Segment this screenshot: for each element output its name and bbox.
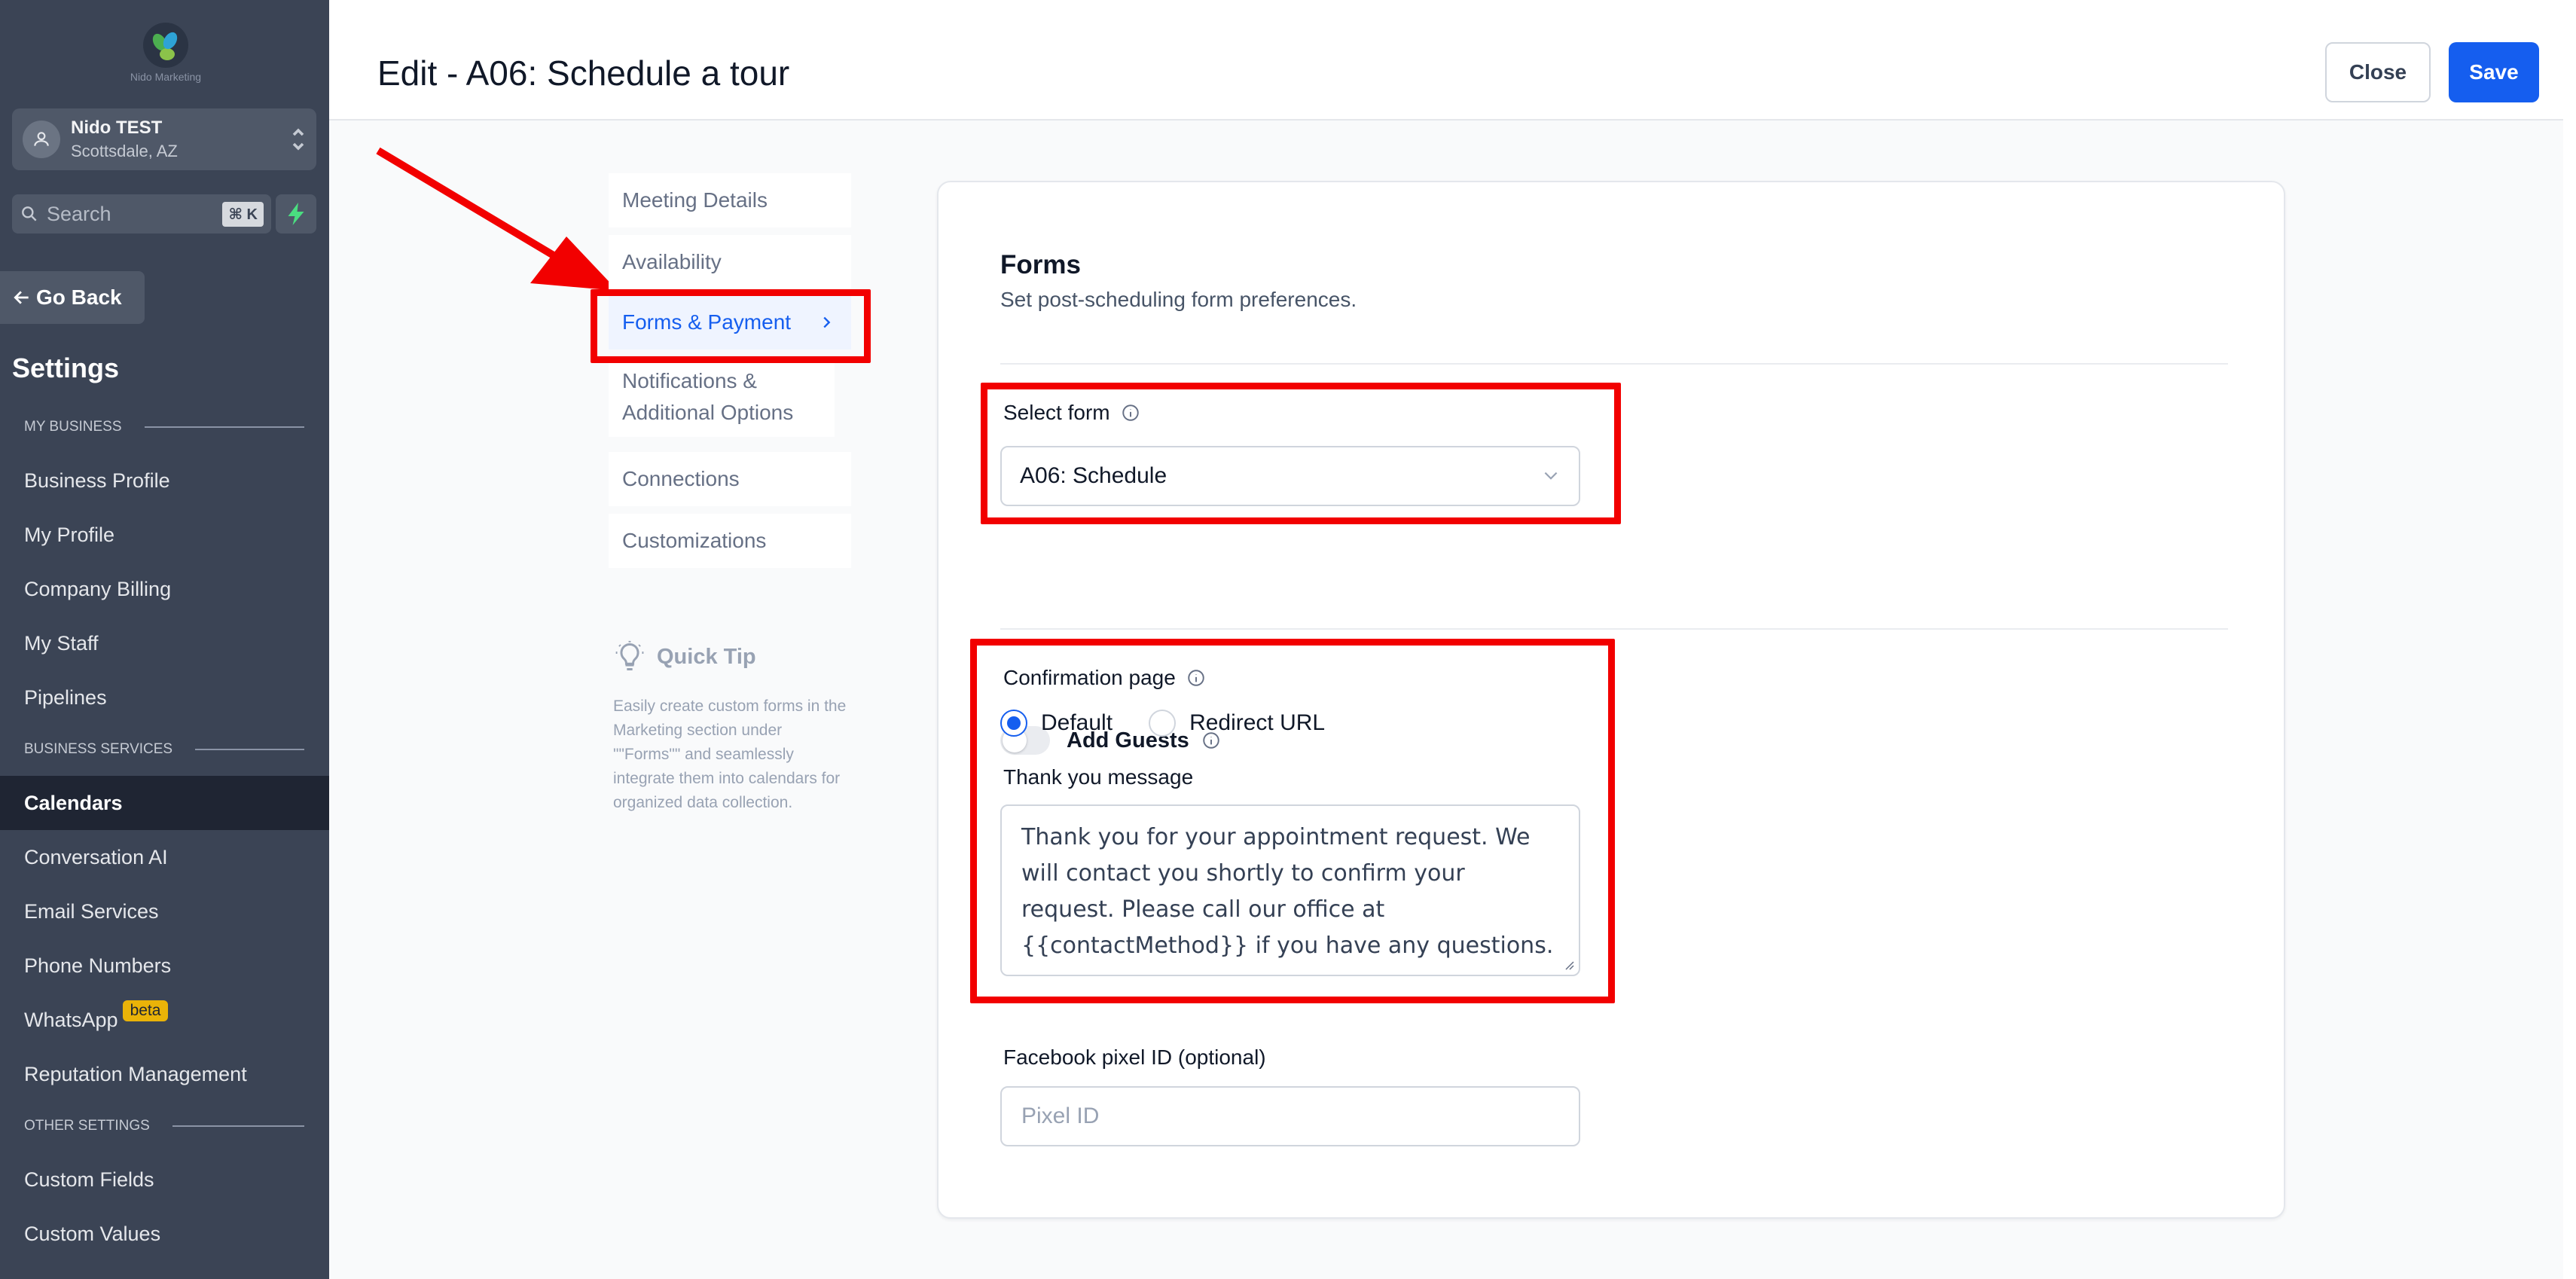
sidebar-item-email-services[interactable]: Email Services <box>0 884 329 939</box>
scrollbar[interactable] <box>2563 0 2576 1279</box>
search-placeholder: Search <box>47 202 111 225</box>
sidebar-item-my-staff[interactable]: My Staff <box>0 616 329 670</box>
page-title: Edit - A06: Schedule a tour <box>377 53 790 93</box>
subnav-customizations[interactable]: Customizations <box>609 514 851 568</box>
arrow-left-icon <box>14 291 29 304</box>
location-name: Nido TEST <box>71 118 163 138</box>
search-shortcut: ⌘ K <box>222 201 264 227</box>
lightbulb-icon <box>615 640 644 670</box>
quick-tip: Quick Tip Easily create custom forms in … <box>613 640 847 815</box>
sidebar-item-pipelines[interactable]: Pipelines <box>0 670 329 725</box>
lightning-icon <box>288 203 304 225</box>
quick-action-button[interactable] <box>276 194 316 234</box>
quick-tip-body: Easily create custom forms in the Market… <box>613 697 847 811</box>
sidebar-item-custom-values[interactable]: Custom Values <box>0 1207 329 1261</box>
forms-subtitle: Set post-scheduling form preferences. <box>1000 288 1357 311</box>
go-back-button[interactable]: Go Back <box>0 271 145 324</box>
annotation-box-confirmation <box>970 639 1615 1003</box>
go-back-label: Go Back <box>36 285 122 309</box>
location-city: Scottsdale, AZ <box>71 142 178 160</box>
brand-logo[interactable]: Nido Marketing <box>130 23 201 84</box>
logo-text: Nido Marketing <box>130 71 202 83</box>
close-button[interactable]: Close <box>2325 42 2431 102</box>
sidebar-item-phone-numbers[interactable]: Phone Numbers <box>0 939 329 993</box>
pixel-id-input[interactable]: Pixel ID <box>1000 1086 1580 1146</box>
sidebar-item-business-profile[interactable]: Business Profile <box>0 453 329 508</box>
annotation-box-select-form <box>981 383 1621 524</box>
pixel-id-label: Facebook pixel ID (optional) <box>1003 1045 1266 1069</box>
page-header: Edit - A06: Schedule a tour Close Save <box>329 0 2563 121</box>
sidebar-item-calendars[interactable]: Calendars <box>0 776 329 830</box>
settings-title: Settings <box>12 353 120 383</box>
annotation-arrow <box>376 147 618 291</box>
search-input[interactable]: Search ⌘ K <box>12 194 271 234</box>
section-label-my-business: MY BUSINESS <box>24 419 304 435</box>
location-switcher[interactable]: Nido TEST Scottsdale, AZ <box>12 108 316 170</box>
annotation-box-forms-payment <box>591 289 871 363</box>
pixel-id-placeholder: Pixel ID <box>1021 1103 1100 1128</box>
logo-mark-icon <box>143 23 188 68</box>
subnav-meeting-details[interactable]: Meeting Details <box>609 173 851 227</box>
sidebar: Nido Marketing Nido TEST Scottsdale, AZ … <box>0 0 329 1279</box>
divider <box>1000 628 2228 630</box>
section-label-business-services: BUSINESS SERVICES <box>24 741 304 758</box>
sidebar-item-custom-fields[interactable]: Custom Fields <box>0 1152 329 1207</box>
location-avatar-icon <box>23 121 60 158</box>
quick-tip-title: Quick Tip <box>657 644 756 669</box>
sidebar-item-whatsapp[interactable]: WhatsApp beta <box>0 993 329 1047</box>
chevron-up-down-icon <box>292 128 304 151</box>
forms-title: Forms <box>1000 250 1081 279</box>
sidebar-item-company-billing[interactable]: Company Billing <box>0 562 329 616</box>
subnav-availability[interactable]: Availability <box>609 235 851 289</box>
beta-badge: beta <box>122 1000 169 1021</box>
section-label-other-settings: OTHER SETTINGS <box>24 1118 304 1134</box>
subnav-connections[interactable]: Connections <box>609 452 851 506</box>
search-icon <box>22 206 37 221</box>
sidebar-item-my-profile[interactable]: My Profile <box>0 508 329 562</box>
subnav-notifications[interactable]: Notifications & Additional Options <box>609 357 835 437</box>
sidebar-item-conversation-ai[interactable]: Conversation AI <box>0 830 329 884</box>
save-button[interactable]: Save <box>2449 42 2539 102</box>
divider <box>1000 363 2228 365</box>
sidebar-item-reputation-management[interactable]: Reputation Management <box>0 1047 329 1101</box>
